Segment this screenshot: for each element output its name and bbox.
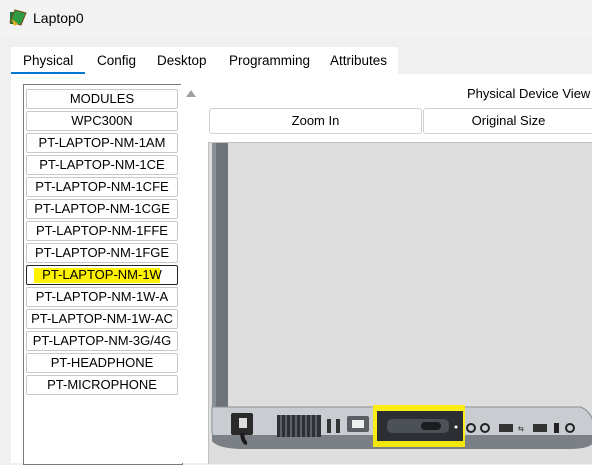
- module-item-nm-1w-a[interactable]: PT-LAPTOP-NM-1W-A: [26, 287, 178, 307]
- zoom-in-button[interactable]: Zoom In: [209, 108, 422, 134]
- module-item-nm-1fge[interactable]: PT-LAPTOP-NM-1FGE: [26, 243, 178, 263]
- svg-text:⇆: ⇆: [518, 425, 524, 433]
- module-item-nm-3g4g[interactable]: PT-LAPTOP-NM-3G/4G: [26, 331, 178, 351]
- physical-device-view-label: Physical Device View: [467, 86, 591, 101]
- module-item-nm-1am[interactable]: PT-LAPTOP-NM-1AM: [26, 133, 178, 153]
- laptop-side-illustration: ⇆: [211, 143, 592, 449]
- tab-bar: Physical Config Desktop Programming Attr…: [11, 47, 398, 74]
- tab-config[interactable]: Config: [97, 53, 136, 68]
- module-item-nm-1ce[interactable]: PT-LAPTOP-NM-1CE: [26, 155, 178, 175]
- device-view-canvas[interactable]: ⇆: [208, 142, 592, 464]
- module-item-nm-1w[interactable]: PT-LAPTOP-NM-1W: [26, 265, 178, 285]
- module-list-scrollbar[interactable]: [181, 84, 201, 463]
- tab-programming[interactable]: Programming: [229, 53, 310, 68]
- device-icon: [9, 9, 27, 26]
- tab-attributes[interactable]: Attributes: [330, 53, 387, 68]
- module-item-nm-1cge[interactable]: PT-LAPTOP-NM-1CGE: [26, 199, 178, 219]
- tab-desktop[interactable]: Desktop: [157, 53, 207, 68]
- scroll-up-arrow-icon[interactable]: [186, 90, 196, 97]
- module-item-headphone[interactable]: PT-HEADPHONE: [26, 353, 178, 373]
- module-item-nm-1w-ac[interactable]: PT-LAPTOP-NM-1W-AC: [26, 309, 178, 329]
- module-list[interactable]: MODULES WPC300N PT-LAPTOP-NM-1AM PT-LAPT…: [23, 84, 183, 465]
- module-item-wpc300n[interactable]: WPC300N: [26, 111, 178, 131]
- module-item-microphone[interactable]: PT-MICROPHONE: [26, 375, 178, 395]
- title-bar: Laptop0: [0, 0, 592, 36]
- window-title: Laptop0: [33, 10, 84, 26]
- module-item-modules[interactable]: MODULES: [26, 89, 178, 109]
- module-item-nm-1cfe[interactable]: PT-LAPTOP-NM-1CFE: [26, 177, 178, 197]
- original-size-button[interactable]: Original Size: [423, 108, 592, 134]
- tab-physical[interactable]: Physical: [23, 53, 73, 68]
- module-item-nm-1ffe[interactable]: PT-LAPTOP-NM-1FFE: [26, 221, 178, 241]
